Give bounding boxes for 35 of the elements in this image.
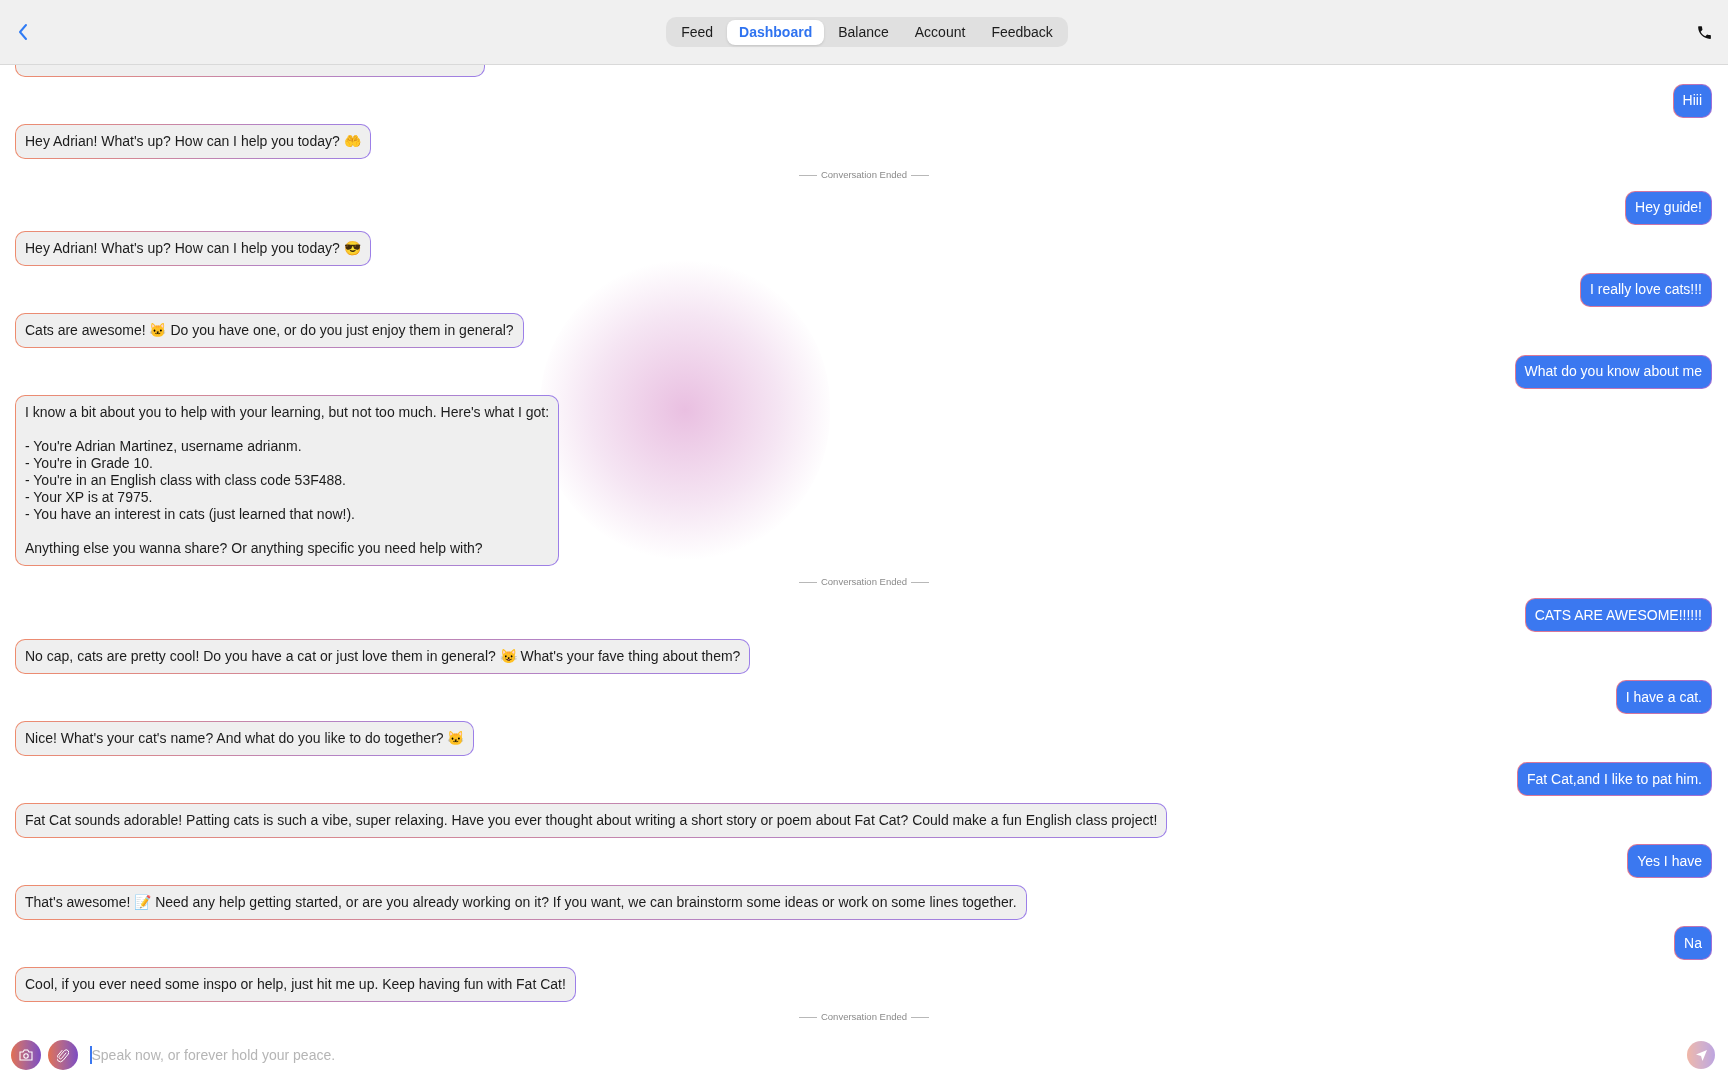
message-bubble: What do you know about me	[1514, 354, 1712, 389]
message-bubble: Hey Adrian! What's up? How can I help you today? 😎	[15, 231, 371, 267]
message-bubble: Fat Cat,and I like to pat him.	[1516, 762, 1712, 797]
nav-tab[interactable]: Balance	[826, 19, 901, 45]
nav-tab[interactable]: Account	[902, 19, 978, 45]
nav-tab[interactable]: Dashboard	[727, 19, 825, 45]
divider-label: Conversation Ended	[820, 1010, 908, 1025]
message-bubble: No cap, cats are pretty cool! Do you have a cat or just love them in general? 😺 What's your fave thing about them?	[15, 638, 751, 674]
message-bubble: Hiii	[1672, 83, 1712, 118]
phone-icon	[1695, 23, 1713, 41]
message-bubble: Hey guide!	[1625, 190, 1712, 225]
camera-icon	[19, 1049, 33, 1061]
message-bubble: Na	[1674, 926, 1712, 961]
message-bubble: Hey Adrian! What's up? How can I help you today? 🤲	[15, 124, 371, 160]
divider-label: Conversation Ended	[820, 575, 908, 590]
text-cursor	[90, 1046, 92, 1064]
message-bubble: Yes I have	[1627, 844, 1712, 879]
nav-tab[interactable]: Feed	[669, 19, 726, 45]
attach-button[interactable]	[48, 1040, 78, 1070]
send-icon	[1694, 1048, 1708, 1062]
nav-tab[interactable]: Feedback	[979, 19, 1065, 45]
divider-label: Conversation Ended	[820, 167, 908, 182]
paperclip-icon	[57, 1047, 69, 1063]
message-input[interactable]: Speak now, or forever hold your peace.	[91, 1044, 1682, 1066]
message-bubble: I know a bit about you to help with your learning, but not too much. Here's what I got: - You're Adrian Martinez, username adrianm. - You're in Grade 10. - You're in an English class with class code 53F488. - Your XP is at 7975. - You have an interest in cats (just learned that now!). Anything else you wanna share? Or anything specific you need help with?	[15, 395, 560, 567]
message-bubble: Fat Cat sounds adorable! Patting cats is such a vibe, super relaxing. Have you ever thought about writing a short story or poem about Fat Cat? Could make a fun English class project!	[15, 802, 1168, 838]
message-bubble: I have a cat.	[1615, 680, 1712, 715]
message-bubble: Nice! What's your cat's name? And what do you like to do together? 🐱	[15, 720, 475, 756]
message-bubble: Cats are awesome! 🐱 Do you have one, or do you just enjoy them in general?	[15, 313, 524, 349]
camera-button[interactable]	[11, 1040, 41, 1070]
message-bubble: Cool, if you ever need some inspo or help, just hit me up. Keep having fun with Fat Cat!	[15, 966, 576, 1002]
message-bubble: That's awesome! 📝 Need any help getting started, or are you already working on it? If you want, we can brainstorm some ideas or work on some lines together.	[15, 884, 1027, 920]
message-bubble: CATS ARE AWESOME!!!!!!	[1524, 598, 1712, 633]
back-icon	[18, 23, 28, 41]
message-bubble: I really love cats!!!	[1579, 272, 1712, 307]
